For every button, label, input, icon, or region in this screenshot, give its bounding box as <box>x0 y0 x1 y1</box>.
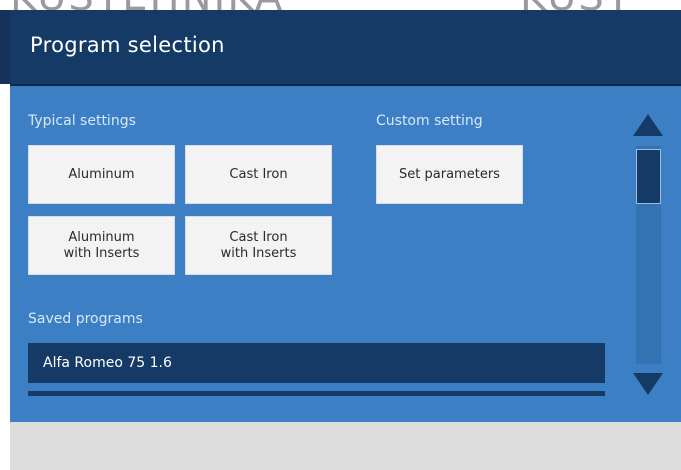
cast-iron-button-label: Cast Iron <box>229 166 288 182</box>
aluminum-button[interactable]: Aluminum <box>28 145 175 204</box>
cast-iron-with-inserts-label: Cast Iron with Inserts <box>220 229 297 261</box>
list-item[interactable]: Alfa Romeo 75 1.6 <box>28 343 605 383</box>
saved-programs-list: Alfa Romeo 75 1.6 <box>28 343 605 396</box>
saved-programs-label: Saved programs <box>28 311 143 327</box>
footer-bar <box>10 422 681 470</box>
cast-iron-with-inserts-button[interactable]: Cast Iron with Inserts <box>185 216 332 275</box>
scroll-track[interactable] <box>636 146 661 364</box>
list-item-partial[interactable] <box>28 391 605 396</box>
triangle-down-icon[interactable] <box>633 373 663 395</box>
page-title: Program selection <box>30 33 225 57</box>
scroll-thumb[interactable] <box>636 149 661 204</box>
aluminum-with-inserts-button[interactable]: Aluminum with Inserts <box>28 216 175 275</box>
typical-settings-label: Typical settings <box>28 113 136 129</box>
set-parameters-button[interactable]: Set parameters <box>376 145 523 204</box>
aluminum-button-label: Aluminum <box>68 166 135 182</box>
watermark-left: KUSTEHNIKA <box>10 0 284 10</box>
set-parameters-label: Set parameters <box>399 166 500 182</box>
aluminum-with-inserts-label: Aluminum with Inserts <box>63 229 140 261</box>
scrollbar[interactable] <box>626 108 671 396</box>
triangle-up-icon[interactable] <box>633 114 663 136</box>
watermark-right: KUST <box>520 0 632 10</box>
custom-setting-label: Custom setting <box>376 113 483 129</box>
watermark: KUSTEHNIKA KUST <box>0 0 681 10</box>
left-rail-top <box>0 10 10 84</box>
header-bar: Program selection <box>10 10 681 86</box>
cast-iron-button[interactable]: Cast Iron <box>185 145 332 204</box>
list-item-label: Alfa Romeo 75 1.6 <box>43 355 172 371</box>
program-selection-panel: Typical settings Custom setting Aluminum… <box>10 86 681 422</box>
